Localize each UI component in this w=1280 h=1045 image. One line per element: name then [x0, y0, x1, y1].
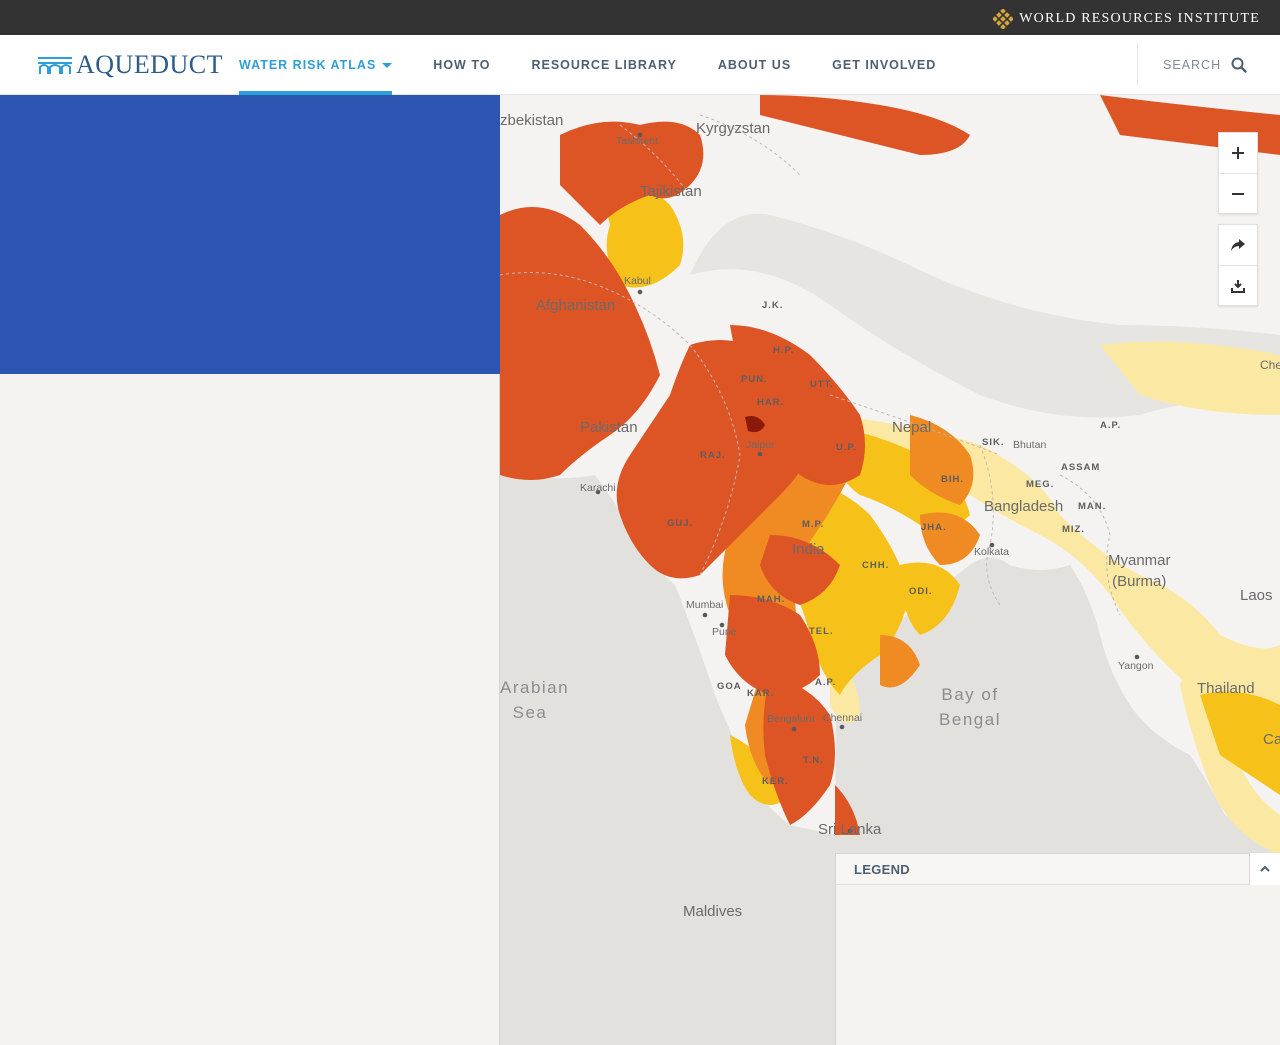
search-button[interactable]: SEARCH [1137, 44, 1280, 86]
site-header: AQUEDUCT WATER RISK ATLAS HOW TO RESOURC… [0, 35, 1280, 95]
main-nav: WATER RISK ATLAS HOW TO RESOURCE LIBRARY… [239, 35, 977, 95]
share-icon [1231, 239, 1245, 251]
nav-get-involved[interactable]: GET INVOLVED [832, 35, 936, 95]
download-button[interactable] [1219, 265, 1257, 305]
legend-toggle-button[interactable] [1249, 853, 1280, 885]
minus-icon [1232, 192, 1244, 195]
nav-label: GET INVOLVED [832, 58, 937, 72]
wri-link[interactable]: WORLD RESOURCES INSTITUTE [993, 9, 1260, 29]
download-icon [1231, 279, 1245, 293]
caret-down-icon [382, 62, 393, 68]
nav-label: HOW TO [433, 58, 491, 72]
aqueduct-logo-icon [38, 57, 72, 74]
logo-text: AQUEDUCT [76, 50, 223, 79]
zoom-controls [1218, 132, 1258, 214]
top-bar: WORLD RESOURCES INSTITUTE [0, 0, 1280, 35]
wri-knot-logo-icon [993, 9, 1014, 29]
search-icon [1231, 57, 1247, 73]
aqueduct-logo[interactable]: AQUEDUCT [38, 52, 223, 78]
nav-label: ABOUT US [717, 58, 792, 72]
wri-org-name: WORLD RESOURCES INSTITUTE [1019, 11, 1260, 26]
nav-how-to[interactable]: HOW TO [433, 35, 490, 95]
sidebar-panel-body [0, 374, 500, 1045]
legend-panel: LEGEND [835, 853, 1280, 1045]
legend-title: LEGEND [854, 861, 910, 877]
nav-label: WATER RISK ATLAS [239, 58, 377, 72]
share-button[interactable] [1219, 225, 1257, 265]
nav-resource-library[interactable]: RESOURCE LIBRARY [531, 35, 676, 95]
water-risk-map[interactable]: zbekistan Kyrgyzstan Tashkent Tajikistan… [500, 95, 1280, 1045]
nav-label: RESOURCE LIBRARY [531, 58, 677, 72]
zoom-out-button[interactable] [1219, 173, 1257, 213]
chevron-up-icon [1260, 865, 1270, 872]
legend-header[interactable]: LEGEND [836, 853, 1280, 885]
map-action-controls [1218, 224, 1258, 306]
search-label: SEARCH [1163, 58, 1222, 72]
sidebar-panel-header [0, 95, 500, 374]
nav-water-risk-atlas[interactable]: WATER RISK ATLAS [239, 35, 393, 95]
plus-icon [1232, 147, 1244, 159]
nav-about-us[interactable]: ABOUT US [718, 35, 791, 95]
zoom-in-button[interactable] [1219, 133, 1257, 173]
